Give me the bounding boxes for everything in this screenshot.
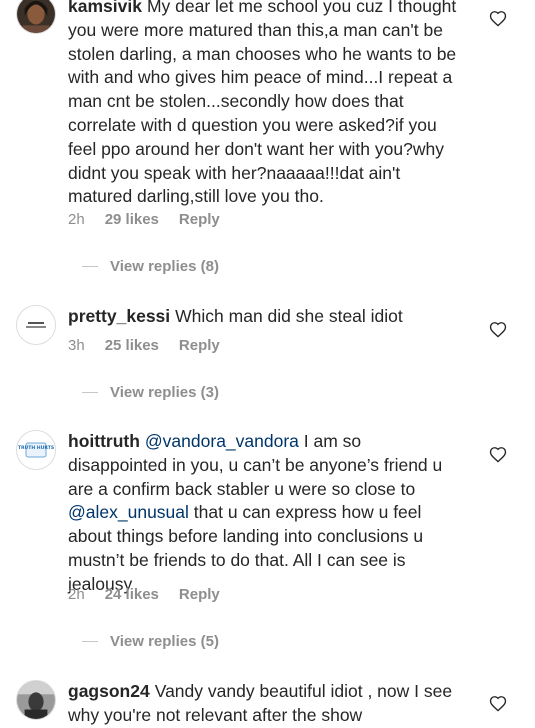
heart-icon[interactable] [489, 695, 507, 712]
replies-divider [82, 266, 98, 267]
comment-meta: 3h 25 likes Reply [68, 337, 220, 354]
comment-time: 3h [68, 337, 85, 354]
replies-divider [82, 641, 98, 642]
view-replies-label: View replies (3) [110, 384, 219, 401]
comment-meta: 2h 29 likes Reply [68, 211, 220, 228]
comment-text: Which man did she steal idiot [175, 306, 403, 326]
view-replies-button[interactable]: View replies (5) [82, 633, 219, 650]
comment-text: My dear let me school you cuz I thought … [68, 0, 457, 207]
reply-button[interactable]: Reply [179, 337, 220, 354]
view-replies-label: View replies (5) [110, 633, 219, 650]
mention-link[interactable]: @vandora_vandora [145, 431, 299, 451]
comment-likes[interactable]: 29 likes [105, 211, 159, 228]
avatar[interactable] [16, 305, 56, 345]
comment-username[interactable]: kamsivik [68, 0, 142, 16]
avatar[interactable] [16, 0, 56, 34]
avatar[interactable] [16, 680, 56, 720]
comment-username[interactable]: pretty_kessi [68, 306, 170, 326]
replies-divider [82, 392, 98, 393]
reply-button[interactable]: Reply [179, 211, 220, 228]
heart-icon[interactable] [489, 10, 507, 27]
comment-username[interactable]: gagson24 [68, 681, 150, 701]
view-replies-label: View replies (8) [110, 258, 219, 275]
comment-meta: 2h 24 likes Reply [68, 586, 220, 603]
truth-hurts-logo-text: TRUTH HURTS [18, 445, 54, 451]
comment-time: 2h [68, 211, 85, 228]
reply-button[interactable]: Reply [179, 586, 220, 603]
avatar[interactable]: TRUTH HURTS [16, 430, 56, 470]
heart-icon[interactable] [489, 321, 507, 338]
view-replies-button[interactable]: View replies (8) [82, 258, 219, 275]
mention-link[interactable]: @alex_unusual [68, 502, 189, 522]
comment-time: 2h [68, 586, 85, 603]
heart-icon[interactable] [489, 446, 507, 463]
comment-likes[interactable]: 24 likes [105, 586, 159, 603]
view-replies-button[interactable]: View replies (3) [82, 384, 219, 401]
comment-likes[interactable]: 25 likes [105, 337, 159, 354]
comment-username[interactable]: hoittruth [68, 431, 140, 451]
